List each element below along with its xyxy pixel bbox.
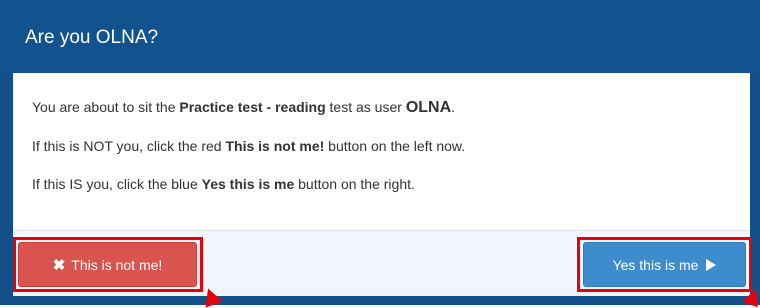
not-you-button-ref: This is not me!: [225, 138, 325, 154]
dialog-body: You are about to sit the Practice test -…: [13, 73, 750, 230]
intro-line: You are about to sit the Practice test -…: [32, 97, 750, 118]
is-you-line-post: button on the right.: [294, 176, 415, 192]
yes-button-label: Yes this is me: [612, 256, 699, 273]
user-name: OLNA: [405, 99, 452, 116]
not-you-line: If this is NOT you, click the red This i…: [32, 136, 750, 156]
is-you-line: If this IS you, click the blue Yes this …: [32, 174, 750, 194]
not-you-line-post: button on the left now.: [324, 138, 466, 154]
intro-line-post: .: [451, 99, 456, 115]
test-name: Practice test - reading: [179, 99, 326, 115]
not-you-line-pre: If this is NOT you, click the red: [32, 138, 226, 154]
confirm-user-dialog: Are you OLNA? You are about to sit the P…: [0, 0, 760, 308]
dialog-title: Are you OLNA?: [0, 0, 760, 73]
intro-line-mid: test as user: [325, 99, 406, 115]
not-me-button-label: This is not me!: [71, 256, 163, 273]
is-you-line-pre: If this IS you, click the blue: [32, 176, 202, 192]
x-icon: ✖: [52, 256, 66, 274]
yes-this-is-me-button[interactable]: Yes this is me: [583, 242, 746, 287]
not-me-button[interactable]: ✖ This is not me!: [18, 242, 197, 287]
intro-line-pre: You are about to sit the: [32, 99, 180, 115]
is-you-button-ref: Yes this is me: [201, 176, 295, 192]
play-icon: [706, 258, 717, 271]
